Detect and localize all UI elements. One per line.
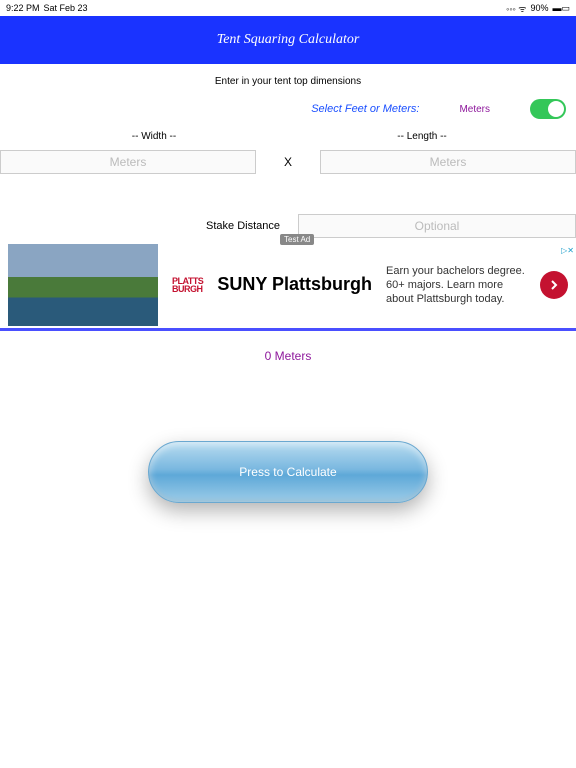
test-ad-badge: Test Ad	[280, 234, 314, 245]
stake-distance-input[interactable]: Optional	[298, 214, 576, 238]
stake-distance-label: Stake Distance	[0, 220, 288, 232]
length-label: -- Length --	[288, 131, 556, 142]
ad-title: SUNY Plattsburgh	[217, 274, 372, 296]
width-input[interactable]: Meters	[0, 150, 256, 174]
page-title: Tent Squaring Calculator	[217, 32, 360, 47]
calculate-button[interactable]: Press to Calculate	[148, 441, 428, 503]
unit-select-label: Select Feet or Meters:	[311, 103, 419, 115]
battery-icon: ▬▭	[552, 3, 570, 14]
width-label: -- Width --	[20, 131, 288, 142]
length-input[interactable]: Meters	[320, 150, 576, 174]
ad-image	[8, 244, 158, 326]
status-date: Sat Feb 23	[44, 3, 88, 13]
ad-banner[interactable]: Test Ad ▷✕ PLATTS BURGH SUNY Plattsburgh…	[0, 244, 576, 326]
unit-selector-row: Select Feet or Meters: Meters	[0, 95, 576, 131]
ad-logo: PLATTS BURGH	[172, 277, 203, 293]
dimension-labels: -- Width -- -- Length --	[0, 131, 576, 142]
chevron-right-icon	[548, 279, 560, 291]
unit-toggle[interactable]	[530, 99, 566, 119]
unit-current-value: Meters	[459, 104, 490, 115]
toggle-knob	[548, 101, 564, 117]
dimension-input-row: Meters X Meters	[0, 142, 576, 182]
wifi-icon: ◦◦◦ ᯤ	[506, 2, 526, 15]
instruction-text: Enter in your tent top dimensions	[0, 64, 576, 95]
status-battery: 90%	[530, 3, 548, 13]
status-time: 9:22 PM	[6, 3, 40, 13]
app-header: Tent Squaring Calculator	[0, 16, 576, 64]
result-value: 0 Meters	[0, 331, 576, 381]
dimension-separator: X	[264, 155, 312, 169]
calculate-button-label: Press to Calculate	[239, 465, 336, 479]
ad-cta-button[interactable]	[540, 271, 568, 299]
ad-choices-icon[interactable]: ▷✕	[561, 246, 574, 255]
status-bar: 9:22 PM Sat Feb 23 ◦◦◦ ᯤ 90% ▬▭	[0, 0, 576, 16]
ad-description: Earn your bachelors degree. 60+ majors. …	[386, 264, 526, 307]
